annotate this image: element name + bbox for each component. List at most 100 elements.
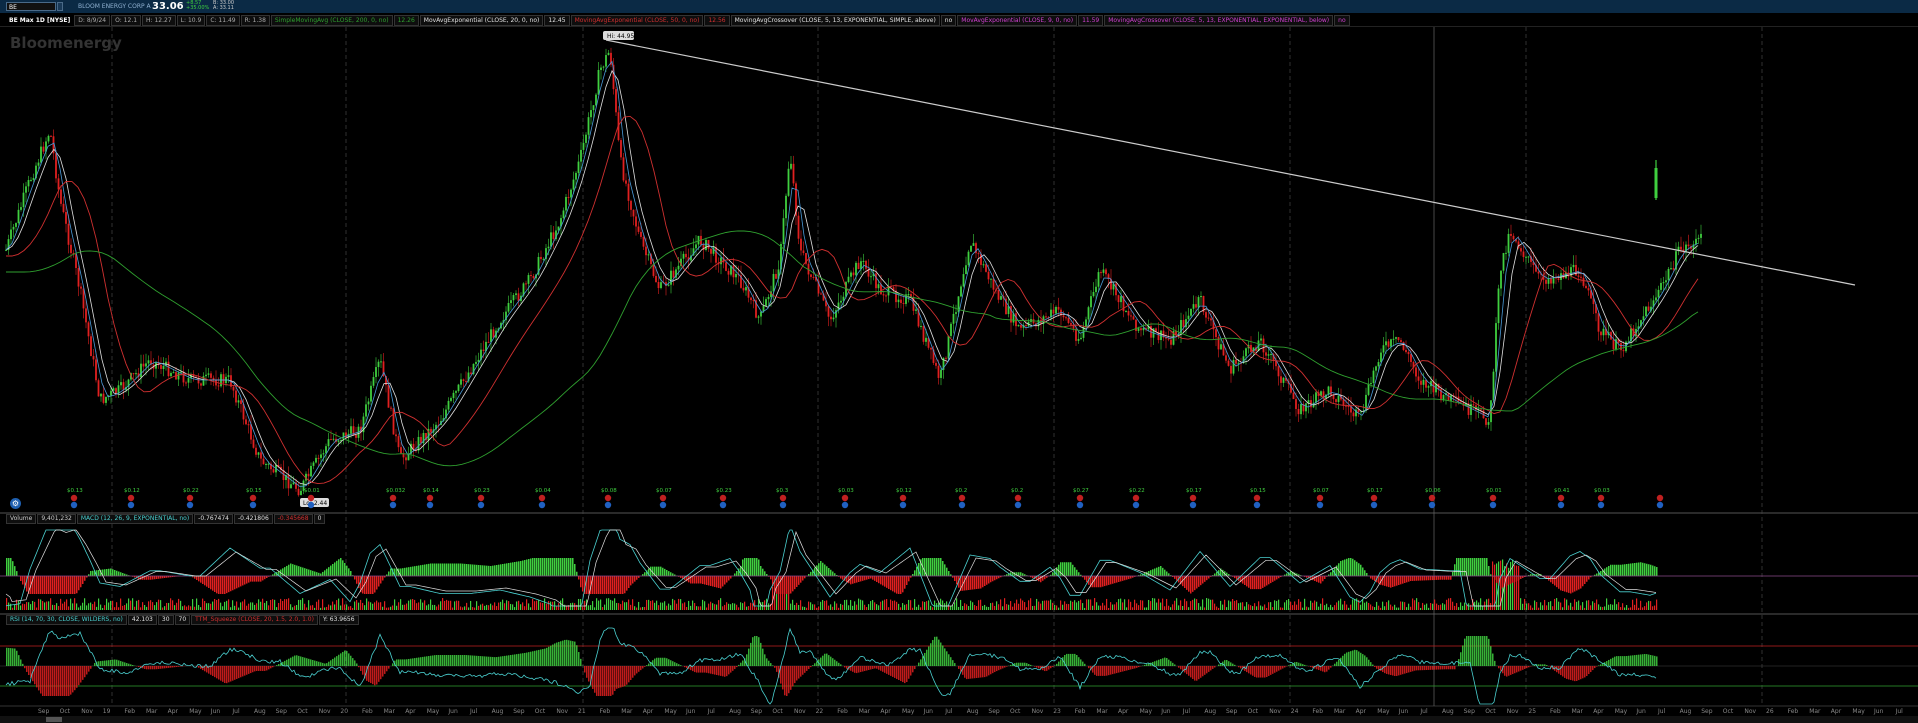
volume-bar xyxy=(1452,601,1454,610)
volume-bar xyxy=(46,601,48,610)
ttm-bar xyxy=(586,666,588,678)
ttm-bar xyxy=(218,666,220,680)
volume-bar xyxy=(420,599,422,610)
volume-bar xyxy=(298,599,300,610)
time-scrollbar[interactable] xyxy=(0,716,1918,723)
ttm-bar xyxy=(468,655,470,666)
ttm-bar xyxy=(788,666,790,694)
volume-bar xyxy=(102,607,104,610)
ttm-bar xyxy=(630,666,632,681)
volume-bar xyxy=(934,600,936,610)
volume-bar xyxy=(1446,599,1448,610)
volume-bar xyxy=(984,604,986,610)
macd-bar xyxy=(656,566,658,576)
ttm-bar xyxy=(306,658,308,666)
time-axis-label: Sep xyxy=(276,708,288,715)
volume-bar xyxy=(1172,604,1174,610)
price-chart-canvas[interactable]: Hi: 44.95Lo: 2.44$0.13 $0.12 $0.22 $0.15 $0.… xyxy=(0,0,1918,716)
volume-bar xyxy=(732,603,734,610)
macd-bar xyxy=(522,560,524,576)
candle-body xyxy=(172,372,175,374)
volume-bar xyxy=(504,603,506,610)
time-axis-label: Aug xyxy=(729,708,741,715)
candle-body xyxy=(845,282,847,297)
candle-body xyxy=(1667,268,1670,281)
volume-bar xyxy=(438,604,440,610)
volume-bar xyxy=(1290,601,1292,610)
ttm-bar xyxy=(160,666,162,669)
ttm-bar xyxy=(584,666,586,673)
volume-bar xyxy=(646,599,648,610)
volume-bar xyxy=(1020,598,1022,610)
candle-body xyxy=(380,361,382,363)
volume-bar xyxy=(494,602,496,610)
ttm-bar xyxy=(836,661,838,666)
ttm-bar xyxy=(56,666,58,696)
volume-bar xyxy=(228,599,230,610)
ttm-bar xyxy=(1072,653,1074,666)
ttm-bar xyxy=(40,666,42,694)
macd-bar xyxy=(1456,558,1458,576)
ttm-bar xyxy=(866,666,868,671)
volume-bar xyxy=(248,603,250,610)
macd-bar xyxy=(498,564,500,576)
macd-bar xyxy=(1258,576,1260,590)
event-marker xyxy=(1597,501,1605,509)
candle-body xyxy=(65,212,67,224)
macd-bar xyxy=(924,558,926,576)
volume-bar xyxy=(208,603,210,610)
macd-bar xyxy=(1640,562,1642,576)
candle-body xyxy=(1090,296,1092,308)
ttm-bar xyxy=(172,666,174,668)
macd-bar xyxy=(106,569,108,576)
volume-bar xyxy=(644,606,646,610)
volume-bar xyxy=(260,601,262,610)
ttm-squeeze-study[interactable]: TTM_Squeeze (CLOSE, 20, 1.5, 2.0, 1.0) xyxy=(191,615,318,625)
time-axis-label: Jun xyxy=(210,708,221,715)
ttm-bar xyxy=(1354,649,1356,666)
ttm-bar xyxy=(1428,666,1430,670)
volume-bar xyxy=(160,600,162,610)
candle-body xyxy=(672,270,675,278)
scrollbar-thumb[interactable] xyxy=(46,717,62,722)
volume-bar xyxy=(1128,599,1130,610)
ttm-bar xyxy=(876,666,878,669)
macd-bar xyxy=(76,576,78,594)
macd-bar xyxy=(1318,576,1320,583)
ttm-bar xyxy=(264,666,266,671)
ttm-bar xyxy=(1018,662,1020,666)
time-axis-label: Aug xyxy=(967,708,979,715)
volume-bar xyxy=(636,607,638,610)
volume-bar xyxy=(1400,601,1402,610)
ttm-bar xyxy=(906,666,908,682)
macd-study[interactable]: MACD (12, 26, 9, EXPONENTIAL, no) xyxy=(76,514,194,524)
ttm-bar xyxy=(1494,660,1496,666)
volume-bar xyxy=(916,606,918,610)
volume-bar xyxy=(1130,601,1132,610)
macd-bar xyxy=(624,576,626,594)
rsi-study[interactable]: RSI (14, 70, 30, CLOSE, WILDERS, no) xyxy=(6,615,127,625)
volume-bar xyxy=(1180,600,1182,610)
ttm-bar xyxy=(1526,666,1528,669)
candle-body xyxy=(645,246,647,256)
macd-bar xyxy=(1518,576,1520,580)
volume-bar xyxy=(338,598,340,610)
volume-bar xyxy=(1098,605,1100,610)
ttm-bar xyxy=(554,643,556,666)
volume-bar xyxy=(1624,607,1626,610)
volume-bar xyxy=(442,598,444,610)
macd-bar xyxy=(1320,576,1322,584)
ttm-bar xyxy=(70,666,72,695)
volume-bar xyxy=(1404,602,1406,610)
ttm-bar xyxy=(1200,666,1202,678)
ttm-bar xyxy=(654,658,656,666)
ttm-bar xyxy=(626,666,628,685)
candle-body xyxy=(290,484,292,489)
chart-settings-icon[interactable]: ⚙ xyxy=(10,498,21,509)
macd-bar xyxy=(1502,576,1504,588)
earnings-marker xyxy=(659,494,667,502)
ttm-bar xyxy=(1588,666,1590,675)
ttm-bar xyxy=(1204,666,1206,675)
volume-bar xyxy=(1236,600,1238,610)
volume-bar xyxy=(816,607,818,610)
